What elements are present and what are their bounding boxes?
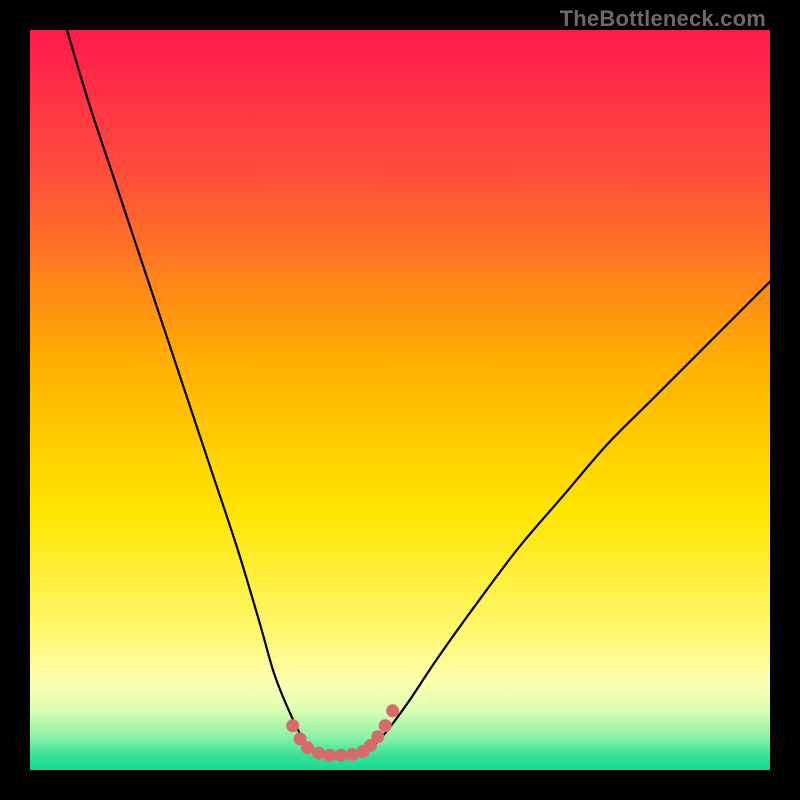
watermark-text: TheBottleneck.com — [560, 6, 766, 32]
plot-area — [30, 30, 770, 770]
gradient-rect — [30, 30, 770, 770]
outer-frame: TheBottleneck.com — [0, 0, 800, 800]
background-gradient — [30, 30, 770, 770]
